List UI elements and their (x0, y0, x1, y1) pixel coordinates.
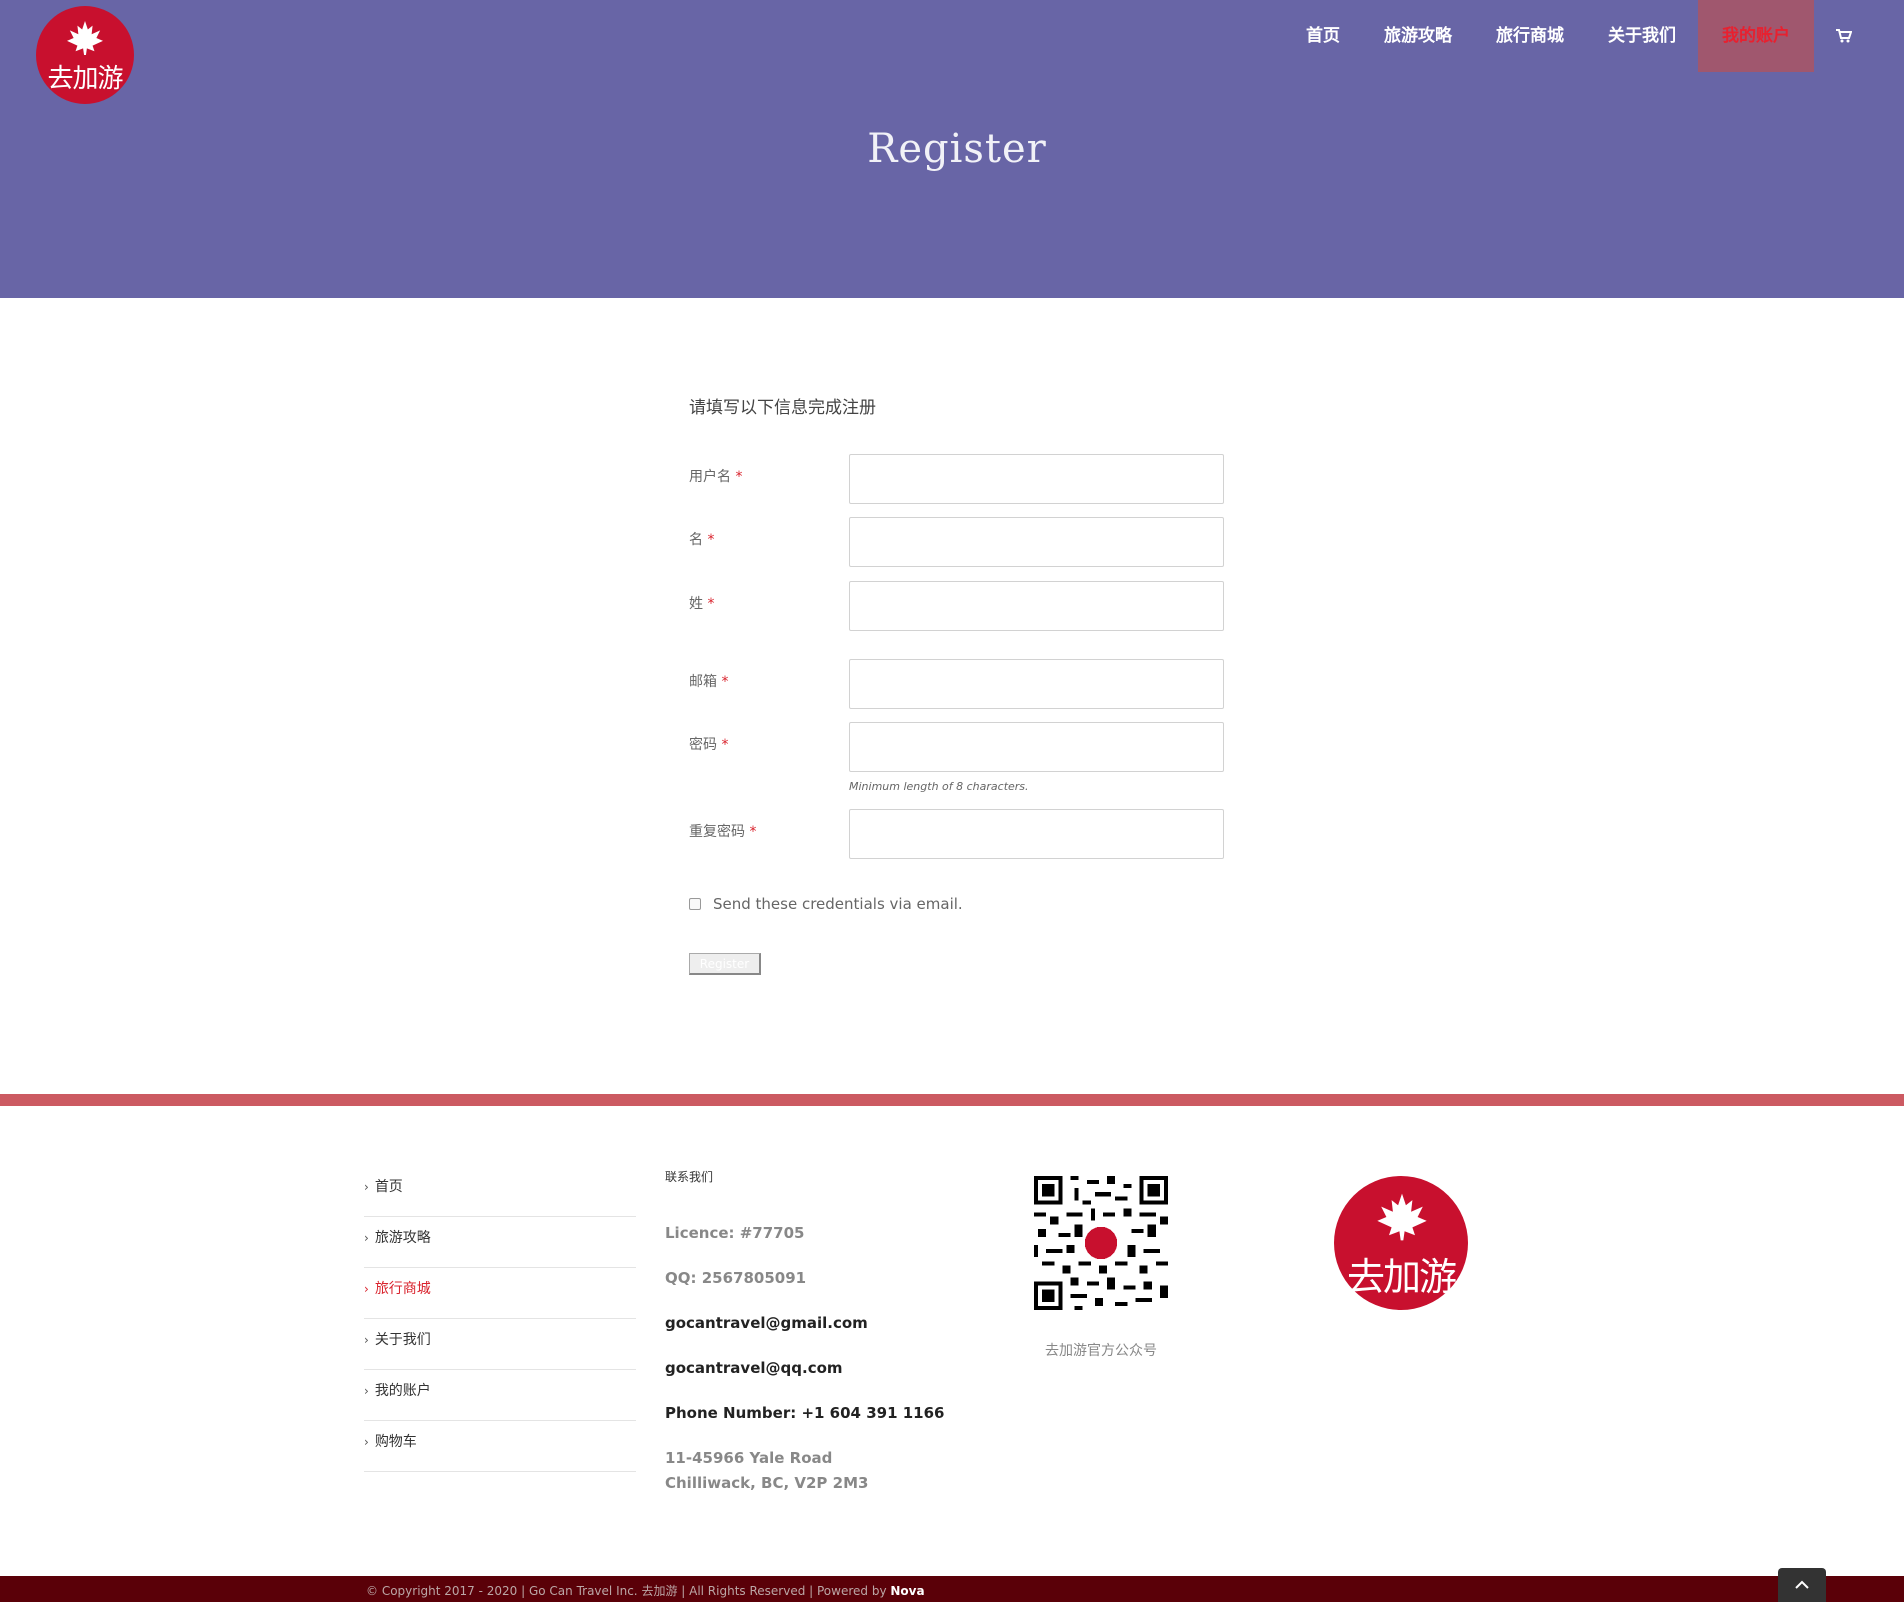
password-label: 密码 (689, 737, 717, 753)
maple-leaf-icon (67, 20, 103, 56)
required-mark: * (749, 824, 757, 840)
nav-item-shop[interactable]: 旅行商城 (1474, 0, 1586, 72)
last-name-label: 姓 (689, 596, 703, 612)
register-form: 请填写以下信息完成注册 用户名 * 名 * 姓 * 邮箱 * 密码 * Mini… (689, 393, 1224, 975)
form-intro: 请填写以下信息完成注册 (689, 398, 876, 418)
address-line2: Chilliwack, BC, V2P 2M3 (665, 1474, 869, 1492)
footer-menu-item-home[interactable]: › 首页 (364, 1166, 636, 1217)
page-title: Register (867, 126, 1047, 172)
copyright-text: © Copyright 2017 - 2020 | Go Can Travel … (366, 1584, 925, 1598)
footer-menu: › 首页 › 旅游攻略 › 旅行商城 › 关于我们 › 我的账户 › 购物车 (364, 1166, 636, 1472)
send-credentials-label[interactable]: Send these credentials via email. (713, 895, 963, 913)
wechat-qr-code (1034, 1176, 1168, 1310)
footer-logo-text: 去加游 (1346, 1255, 1457, 1299)
send-credentials-checkbox[interactable] (689, 898, 701, 910)
first-name-input[interactable] (849, 517, 1224, 567)
shopping-cart-icon (1836, 29, 1852, 43)
register-button[interactable]: Register (689, 953, 761, 975)
chevron-right-icon: › (364, 1231, 369, 1245)
footer-menu-item-about[interactable]: › 关于我们 (364, 1319, 636, 1370)
nav-item-my-account[interactable]: 我的账户 (1698, 0, 1814, 72)
phone-text: Phone Number: +1 604 391 1166 (665, 1404, 945, 1422)
required-mark: * (721, 737, 729, 753)
chevron-right-icon: › (364, 1180, 369, 1194)
contact-section: 联系我们 Licence: #77705 QQ: 2567805091 goca… (665, 1168, 985, 1518)
main-nav: 首页 旅游攻略 旅行商城 关于我们 我的账户 (1284, 0, 1864, 72)
required-mark: * (707, 532, 715, 548)
footer-menu-item-shop[interactable]: › 旅行商城 (364, 1268, 636, 1319)
footer-divider (0, 1094, 1904, 1106)
email-input[interactable] (849, 659, 1224, 709)
chevron-right-icon: › (364, 1333, 369, 1347)
nav-item-home[interactable]: 首页 (1284, 0, 1362, 72)
footer-menu-item-cart[interactable]: › 购物车 (364, 1421, 636, 1472)
required-mark: * (735, 469, 743, 485)
nav-item-about[interactable]: 关于我们 (1586, 0, 1698, 72)
gmail-link[interactable]: gocantravel@gmail.com (665, 1313, 985, 1334)
password-hint: Minimum length of 8 characters. (849, 780, 1029, 793)
required-mark: * (721, 674, 729, 690)
email-label: 邮箱 (689, 674, 717, 690)
username-label: 用户名 (689, 469, 731, 485)
qr-caption: 去加游官方公众号 (1045, 1343, 1157, 1359)
chevron-up-icon (1795, 1580, 1809, 1589)
repeat-password-input[interactable] (849, 809, 1224, 859)
qq-text: QQ: 2567805091 (665, 1269, 807, 1287)
cart-button[interactable] (1814, 0, 1864, 72)
copyright-bar: © Copyright 2017 - 2020 | Go Can Travel … (0, 1576, 1904, 1602)
footer-menu-item-travel-guide[interactable]: › 旅游攻略 (364, 1217, 636, 1268)
password-input[interactable] (849, 722, 1224, 772)
required-mark: * (707, 596, 715, 612)
repeat-password-label: 重复密码 (689, 824, 745, 840)
site-logo[interactable]: 去加游 (36, 6, 134, 104)
maple-leaf-icon (1377, 1193, 1427, 1241)
licence-text: Licence: #77705 (665, 1224, 805, 1242)
back-to-top-button[interactable] (1778, 1568, 1826, 1602)
footer-logo: 去加游 (1334, 1176, 1468, 1310)
contact-title: 联系我们 (665, 1170, 714, 1184)
username-input[interactable] (849, 454, 1224, 504)
nav-item-travel-guide[interactable]: 旅游攻略 (1362, 0, 1474, 72)
chevron-right-icon: › (364, 1435, 369, 1449)
first-name-label: 名 (689, 532, 703, 548)
send-credentials-row: Send these credentials via email. (689, 895, 963, 913)
powered-by-link[interactable]: Nova (890, 1584, 924, 1598)
logo-text: 去加游 (47, 64, 123, 94)
qq-email-link[interactable]: gocantravel@qq.com (665, 1358, 985, 1379)
page-header: 去加游 首页 旅游攻略 旅行商城 关于我们 我的账户 Register (0, 0, 1904, 298)
footer-menu-item-my-account[interactable]: › 我的账户 (364, 1370, 636, 1421)
chevron-right-icon: › (364, 1282, 369, 1296)
address-line1: 11-45966 Yale Road (665, 1449, 833, 1467)
chevron-right-icon: › (364, 1384, 369, 1398)
last-name-input[interactable] (849, 581, 1224, 631)
